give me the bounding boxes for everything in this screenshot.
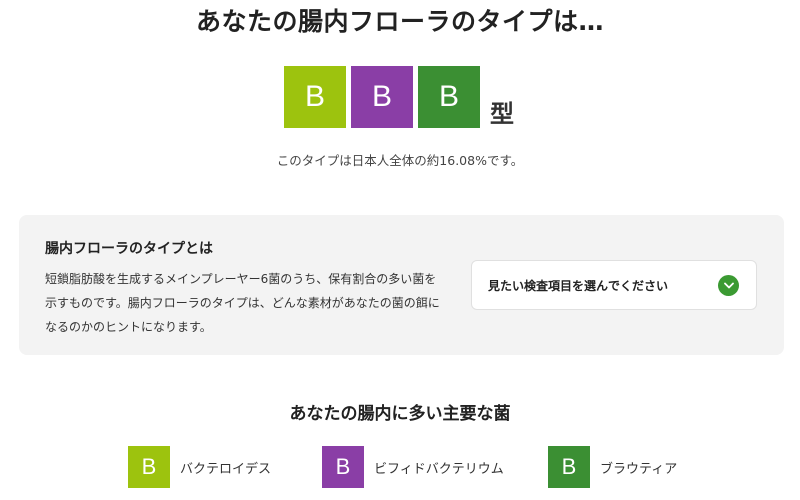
chevron-down-icon[interactable]	[718, 275, 739, 296]
main-bacteria-title: あなたの腸内に多い主要な菌	[289, 404, 511, 424]
bacteria-name: ビフィドバクテリウム	[374, 461, 504, 477]
bacteria-name: バクテロイデス	[180, 461, 272, 477]
test-item-dropdown[interactable]: 見たい検査項目を選んでください	[471, 260, 757, 310]
bacteria-badge: B	[322, 446, 364, 488]
type-result: B B B 型	[284, 66, 514, 128]
bacteria-badge: B	[548, 446, 590, 488]
result-page: あなたの腸内フローラのタイプは… B B B 型 このタイプは日本人全体の約16…	[0, 0, 800, 500]
info-description: 短鎖脂肪酸を生成するメインプレーヤー6菌のうち、保有割合の多い菌を示すものです。…	[45, 272, 440, 334]
type-suffix: 型	[490, 100, 514, 128]
bacteria-item-blautia: B ブラウティア	[548, 446, 677, 488]
type-letter-1: B	[284, 66, 346, 128]
info-title: 腸内フローラのタイプとは	[45, 241, 213, 257]
bacteria-item-bifidobacterium: B ビフィドバクテリウム	[322, 446, 504, 488]
page-title: あなたの腸内フローラのタイプは…	[195, 7, 604, 36]
bacteria-badge: B	[128, 446, 170, 488]
bacteria-name: ブラウティア	[600, 461, 678, 477]
type-percent-text: このタイプは日本人全体の約16.08%です。	[276, 153, 524, 168]
dropdown-label: 見たい検査項目を選んでください	[488, 279, 669, 293]
type-letter-2: B	[351, 66, 413, 128]
info-panel: 腸内フローラのタイプとは 短鎖脂肪酸を生成するメインプレーヤー6菌のうち、保有割…	[19, 215, 784, 355]
type-letter-3: B	[418, 66, 480, 128]
bacteria-item-bacteroides: B バクテロイデス	[128, 446, 271, 488]
